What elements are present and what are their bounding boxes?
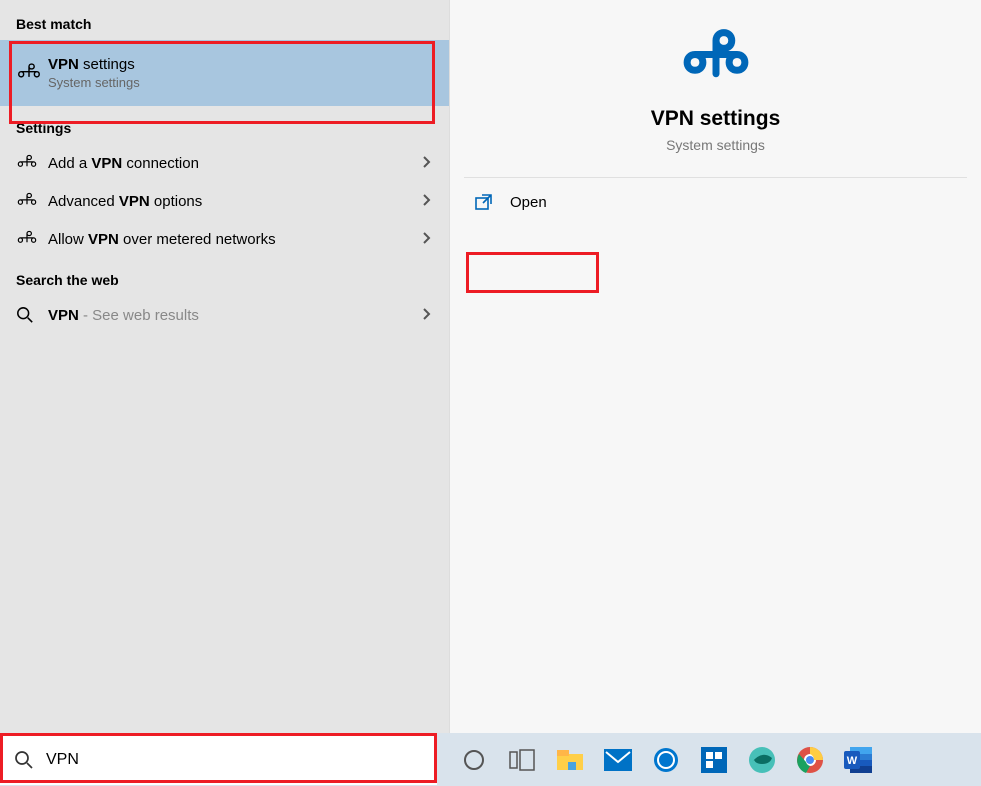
detail-subtitle: System settings [464, 137, 967, 153]
section-best-match: Best match [0, 10, 449, 40]
open-label: Open [510, 194, 547, 211]
result-vpn-settings[interactable]: VPN settings System settings [0, 40, 449, 106]
result-title: VPN settings [48, 56, 433, 73]
open-action[interactable]: Open [450, 178, 981, 226]
search-icon [14, 750, 34, 770]
chrome-icon[interactable] [795, 745, 825, 775]
chevron-right-icon [421, 193, 433, 210]
app-icon[interactable] [699, 745, 729, 775]
chevron-right-icon [421, 307, 433, 324]
vpn-icon [16, 230, 48, 248]
svg-text:W: W [847, 755, 858, 767]
dell-icon[interactable] [651, 745, 681, 775]
result-subtitle: System settings [48, 75, 433, 90]
search-results-panel: Best match VPN settings System settings … [0, 0, 449, 733]
mail-icon[interactable] [603, 745, 633, 775]
search-input[interactable] [46, 751, 423, 769]
result-allow-vpn-metered[interactable]: Allow VPN over metered networks [0, 220, 449, 258]
vpn-icon [16, 154, 48, 172]
result-title: Advanced VPN options [48, 193, 421, 210]
cortana-icon[interactable] [459, 745, 489, 775]
detail-panel: VPN settings System settings Open [449, 0, 981, 733]
result-advanced-vpn[interactable]: Advanced VPN options [0, 182, 449, 220]
word-icon[interactable]: W [843, 745, 873, 775]
result-title: Allow VPN over metered networks [48, 231, 421, 248]
result-title: Add a VPN connection [48, 155, 421, 172]
chevron-right-icon [421, 155, 433, 172]
result-title: VPN - See web results [48, 307, 421, 324]
vpn-icon [16, 62, 48, 84]
task-view-icon[interactable] [507, 745, 537, 775]
taskbar: W [0, 733, 981, 786]
vpn-icon [681, 28, 751, 88]
result-add-vpn[interactable]: Add a VPN connection [0, 144, 449, 182]
search-icon [16, 306, 48, 324]
vpn-icon [16, 192, 48, 210]
search-box[interactable] [0, 735, 437, 785]
detail-title: VPN settings [464, 107, 967, 131]
file-explorer-icon[interactable] [555, 745, 585, 775]
section-web: Search the web [0, 258, 449, 296]
open-icon [474, 192, 510, 212]
detail-hero: VPN settings System settings [464, 0, 967, 178]
result-web-vpn[interactable]: VPN - See web results [0, 296, 449, 334]
section-settings: Settings [0, 106, 449, 144]
chevron-right-icon [421, 231, 433, 248]
edge-icon[interactable] [747, 745, 777, 775]
